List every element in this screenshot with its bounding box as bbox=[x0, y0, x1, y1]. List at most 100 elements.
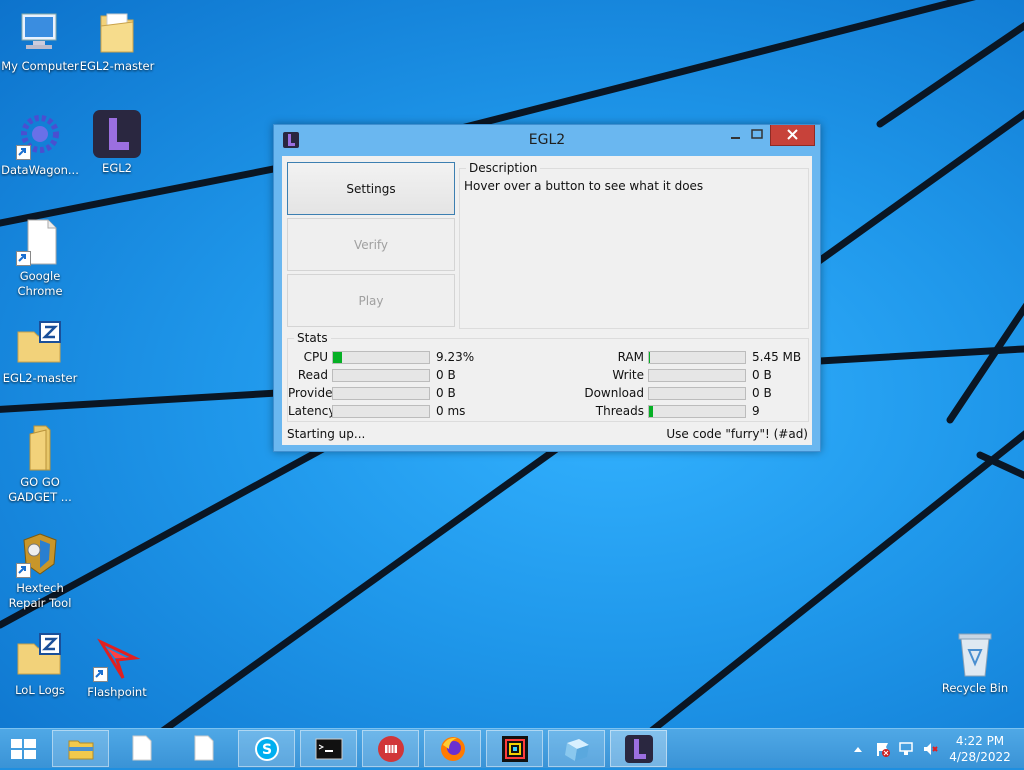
desktop-icon-label: EGL2-master bbox=[2, 371, 78, 385]
desktop-icon-label: GO GO bbox=[20, 475, 60, 489]
taskbar-firefox[interactable] bbox=[424, 730, 481, 767]
window-client-area: Settings Verify Play Description Hover o… bbox=[282, 156, 812, 445]
taskbar-command-prompt[interactable] bbox=[300, 730, 357, 767]
stat-label-provide: Provide bbox=[288, 386, 333, 400]
description-title: Description bbox=[466, 161, 541, 175]
folder-icon bbox=[16, 424, 64, 472]
shortcut-arrow-icon bbox=[16, 563, 31, 578]
stat-value-read: 0 B bbox=[436, 368, 456, 382]
stat-label-download: Download bbox=[584, 386, 644, 400]
volume-tray[interactable] bbox=[922, 741, 938, 757]
folder-icon bbox=[93, 8, 141, 56]
speaker-muted-icon bbox=[924, 743, 938, 755]
desktop-icon-egl2-master-folder[interactable]: EGL2-master bbox=[77, 8, 157, 74]
cube-icon bbox=[563, 735, 591, 763]
egl2-logo-icon bbox=[625, 735, 653, 763]
verify-button[interactable]: Verify bbox=[287, 218, 455, 271]
clock-time: 4:22 PM bbox=[955, 734, 1005, 748]
play-button[interactable]: Play bbox=[287, 274, 455, 327]
file-explorer-icon bbox=[67, 735, 95, 763]
desktop-icon-egl2-master-zip[interactable]: EGL2-master bbox=[0, 320, 80, 386]
maximize-icon bbox=[751, 129, 763, 139]
desktop-icon-egl2[interactable]: EGL2 bbox=[77, 110, 157, 176]
shortcut-arrow-icon bbox=[16, 145, 31, 160]
desktop-icon-label: Repair Tool bbox=[8, 596, 72, 610]
taskbar-file-explorer[interactable] bbox=[52, 730, 109, 767]
taskbar-riot-client[interactable] bbox=[362, 730, 419, 767]
stat-label-threads: Threads bbox=[595, 404, 644, 418]
taskbar: S 4:22 PM 4/28/2022 bbox=[0, 728, 1024, 768]
settings-button[interactable]: Settings bbox=[287, 162, 455, 215]
stat-bar-provide bbox=[332, 387, 430, 400]
stat-value-provide: 0 B bbox=[436, 386, 456, 400]
desktop-icon-label: Recycle Bin bbox=[941, 681, 1009, 695]
firefox-icon bbox=[439, 735, 467, 763]
app-icon bbox=[501, 735, 529, 763]
stat-label-write: Write bbox=[612, 368, 644, 382]
desktop-icon-label: EGL2 bbox=[102, 161, 132, 175]
taskbar-document-2[interactable] bbox=[176, 730, 233, 767]
stat-value-download: 0 B bbox=[752, 386, 772, 400]
action-center-flag[interactable] bbox=[874, 741, 890, 757]
zip-folder-icon bbox=[16, 632, 64, 680]
blank-file-icon bbox=[190, 734, 218, 762]
desktop: My Computer EGL2-master DataWagon... EGL… bbox=[0, 0, 1024, 728]
desktop-icon-datawagon[interactable]: DataWagon... bbox=[0, 112, 80, 178]
shortcut-arrow-icon bbox=[16, 251, 31, 266]
stat-value-latency: 0 ms bbox=[436, 404, 466, 418]
stat-bar-download bbox=[648, 387, 746, 400]
stat-bar-cpu bbox=[332, 351, 430, 364]
taskbar-clock[interactable]: 4:22 PM 4/28/2022 bbox=[944, 733, 1016, 765]
stats-title: Stats bbox=[294, 331, 331, 345]
stat-value-threads: 9 bbox=[752, 404, 760, 418]
taskbar-document-1[interactable] bbox=[114, 730, 171, 767]
stat-bar-write bbox=[648, 369, 746, 382]
zip-folder-icon bbox=[16, 320, 64, 368]
desktop-icon-recycle-bin[interactable]: Recycle Bin bbox=[935, 630, 1015, 696]
flag-icon bbox=[877, 743, 890, 757]
desktop-icon-label: My Computer bbox=[1, 59, 79, 73]
description-text: Hover over a button to see what it does bbox=[464, 179, 704, 193]
clock-date: 4/28/2022 bbox=[949, 750, 1011, 764]
desktop-icon-flashpoint[interactable]: Flashpoint bbox=[77, 634, 157, 700]
stat-bar-latency bbox=[332, 405, 430, 418]
terminal-icon bbox=[315, 735, 343, 763]
svg-text:S: S bbox=[262, 742, 272, 758]
taskbar-app-cube[interactable] bbox=[548, 730, 605, 767]
taskbar-app-colorful[interactable] bbox=[486, 730, 543, 767]
network-tray[interactable] bbox=[898, 741, 914, 757]
desktop-icon-gogo-gadget[interactable]: GO GO GADGET ... bbox=[0, 424, 80, 505]
chevron-up-icon bbox=[854, 747, 862, 752]
start-button[interactable] bbox=[0, 730, 48, 767]
desktop-icon-label: Chrome bbox=[17, 284, 63, 298]
desktop-icon-lol-logs[interactable]: LoL Logs bbox=[0, 632, 80, 698]
network-icon bbox=[899, 742, 913, 755]
stat-bar-read bbox=[332, 369, 430, 382]
desktop-icon-my-computer[interactable]: My Computer bbox=[0, 8, 80, 74]
stat-bar-fill bbox=[649, 352, 650, 363]
description-group: Description Hover over a button to see w… bbox=[459, 161, 809, 329]
stat-label-ram: RAM bbox=[617, 350, 644, 364]
title-bar[interactable]: EGL2 bbox=[274, 125, 820, 155]
maximize-button[interactable] bbox=[744, 125, 771, 146]
stat-bar-threads bbox=[648, 405, 746, 418]
desktop-icon-google-chrome[interactable]: Google Chrome bbox=[0, 218, 80, 299]
windows-logo-icon bbox=[11, 739, 36, 759]
computer-icon bbox=[16, 8, 64, 56]
close-button[interactable] bbox=[770, 125, 815, 146]
gear-icon bbox=[16, 112, 64, 160]
show-hidden-icons-button[interactable] bbox=[850, 741, 866, 757]
desktop-icon-hextech-repair-tool[interactable]: Hextech Repair Tool bbox=[0, 530, 80, 611]
taskbar-egl2[interactable] bbox=[610, 730, 667, 767]
status-text: Starting up... bbox=[287, 427, 366, 441]
desktop-icon-label: Hextech bbox=[16, 581, 64, 595]
flashpoint-logo-icon bbox=[93, 634, 141, 682]
stat-value-ram: 5.45 MB bbox=[752, 350, 802, 364]
riot-fist-icon bbox=[377, 735, 405, 763]
taskbar-skype[interactable]: S bbox=[238, 730, 295, 767]
egl2-window: EGL2 Settings Verify Play Description Ho… bbox=[273, 124, 821, 452]
skype-icon: S bbox=[253, 735, 281, 763]
blank-file-icon bbox=[16, 218, 64, 266]
desktop-icon-label: GADGET ... bbox=[8, 490, 72, 504]
wrench-shield-icon bbox=[16, 530, 64, 578]
